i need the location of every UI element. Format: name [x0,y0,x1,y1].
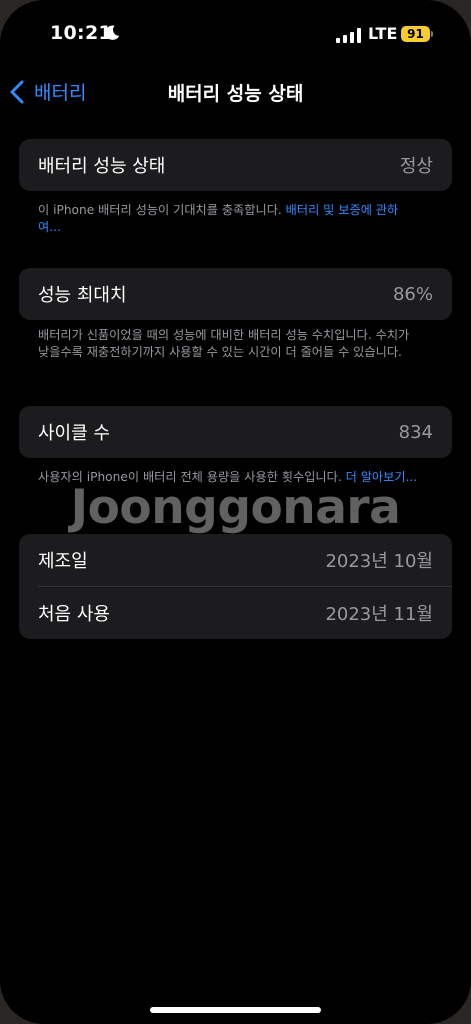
max-capacity-label: 성능 최대치 [38,285,127,306]
home-indicator[interactable] [150,1007,321,1013]
health-label: 배터리 성능 상태 [38,156,166,177]
cycle-count-card: 사이클 수 834 [19,406,452,458]
network-type: LTE [368,24,398,43]
health-row: 배터리 성능 상태 정상 [19,139,452,191]
cycle-count-label: 사이클 수 [38,423,110,444]
first-use-label: 처음 사용 [38,604,110,625]
health-footnote: 이 iPhone 배터리 성능이 기대치를 충족합니다. 배터리 및 보증에 관… [38,202,418,235]
health-value: 정상 [399,156,433,177]
max-capacity-card: 성능 최대치 86% [19,268,452,320]
watermark: Joonggonara [70,480,401,535]
battery-nub [431,31,433,37]
manufacture-value: 2023년 10월 [325,551,433,572]
moon-icon [105,25,120,40]
battery-indicator: 91 [401,26,430,42]
manufacture-label: 제조일 [38,551,88,572]
max-capacity-row: 성능 최대치 86% [19,268,452,320]
health-card: 배터리 성능 상태 정상 [19,139,452,191]
page-title: 배터리 성능 상태 [167,83,304,105]
first-use-value: 2023년 11월 [325,604,433,625]
screen: 10:21 LTE 91 배터리 배터리 성능 상태 배터리 성능 상태 정상 … [0,0,471,1024]
dates-card: 제조일 2023년 10월 처음 사용 2023년 11월 [19,534,452,639]
cycle-count-row: 사이클 수 834 [19,406,452,458]
health-footnote-text: 이 iPhone 배터리 성능이 기대치를 충족합니다. [38,203,282,217]
signal-icon [336,28,361,43]
cycle-count-value: 834 [398,421,433,443]
max-capacity-value: 86% [392,283,433,305]
manufacture-row: 제조일 2023년 10월 [19,534,452,586]
first-use-row: 처음 사용 2023년 11월 [19,587,452,639]
max-capacity-footnote: 배터리가 신품이었을 때의 성능에 대비한 배터리 성능 수치입니다. 수치가 … [38,328,410,359]
